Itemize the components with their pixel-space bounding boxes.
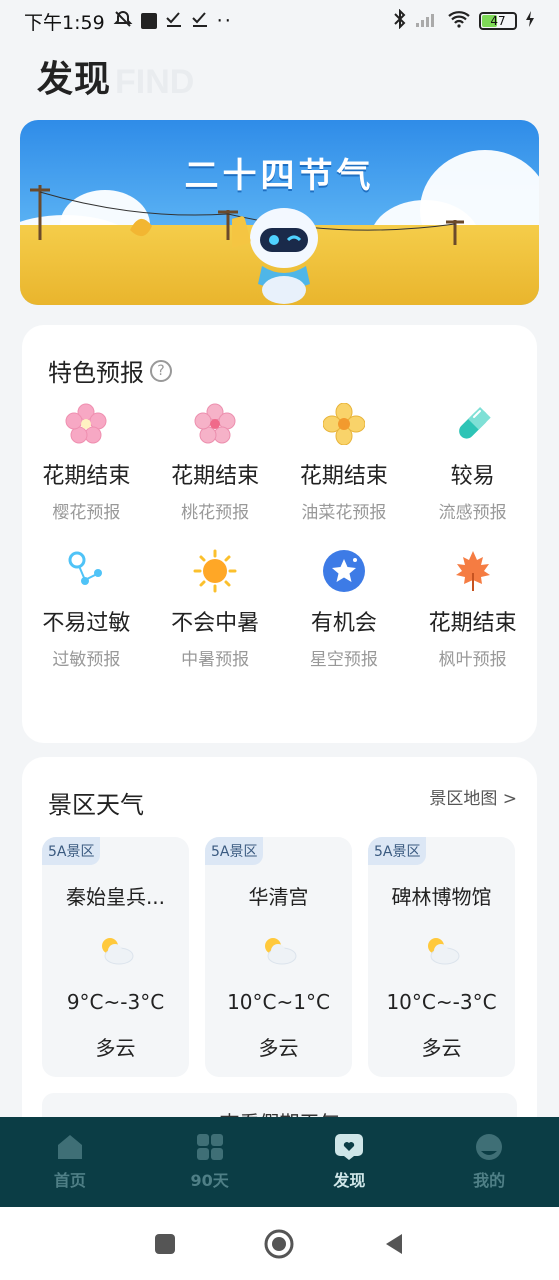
back-button-icon[interactable]	[382, 1232, 406, 1256]
recent-apps-icon[interactable]	[153, 1232, 177, 1256]
feature-name: 流感预报	[438, 503, 507, 523]
feature-name: 星空预报	[309, 650, 378, 670]
spot-condition: 多云	[258, 1036, 299, 1060]
feature-status: 不会中暑	[171, 611, 260, 636]
feature-grid: 花期结束 樱花预报 花期结束 桃花预报 花期结束 油菜花预报 较易 流感预报 不…	[22, 400, 537, 670]
more-dots-icon: ··	[216, 10, 233, 32]
page-title: 发现	[37, 59, 112, 100]
nav-label: 我的	[473, 1171, 506, 1190]
download-icon-2	[191, 10, 209, 33]
nav-item-discover[interactable]: 发现	[280, 1117, 420, 1207]
feature-item-flu[interactable]: 较易 流感预报	[408, 400, 537, 523]
feature-status: 花期结束	[171, 464, 260, 489]
feature-item-starry-sky[interactable]: 有机会 星空预报	[280, 547, 409, 670]
discover-icon	[335, 1134, 364, 1160]
grid-icon	[196, 1134, 223, 1160]
home-icon	[57, 1135, 82, 1159]
feature-item-maple[interactable]: 花期结束 枫叶预报	[408, 547, 537, 670]
partly-cloudy-icon	[423, 934, 461, 970]
mute-icon	[113, 9, 133, 34]
pollen-icon	[62, 547, 110, 595]
nav-item-90days[interactable]: 90天	[140, 1117, 280, 1207]
feature-status: 花期结束	[428, 611, 517, 636]
partly-cloudy-icon	[97, 934, 135, 970]
page-subtitle: FIND	[115, 63, 195, 101]
battery-level: 47	[490, 14, 506, 28]
spot-level-badge: 5A景区	[368, 837, 427, 865]
banner-title: 二十四节气	[184, 156, 375, 196]
spot-level-badge: 5A景区	[205, 837, 264, 865]
feature-status: 有机会	[310, 611, 377, 636]
scenic-spot-card[interactable]: 5A景区 秦始皇兵... 9°C~-3°C 多云	[42, 837, 189, 1077]
signal-icon	[415, 10, 439, 33]
feature-name: 过敏预报	[52, 650, 121, 670]
scenic-weather-card: 景区天气 景区地图 > 5A景区 秦始皇兵... 9°C~-3°C 多云 5A景…	[22, 757, 537, 1157]
feature-status: 花期结束	[42, 464, 131, 489]
scenic-map-link[interactable]: 景区地图 >	[429, 784, 517, 809]
spot-name: 秦始皇兵...	[65, 885, 166, 909]
feature-name: 枫叶预报	[438, 650, 507, 670]
scenic-spot-list: 5A景区 秦始皇兵... 9°C~-3°C 多云 5A景区 华清宫 10°C~1…	[42, 837, 515, 1077]
featured-forecast-card: 特色预报 ? 花期结束 樱花预报 花期结束 桃花预报 花期结束 油菜花预报 较易…	[22, 325, 537, 743]
help-icon[interactable]: ?	[150, 359, 172, 382]
feature-item-cherry[interactable]: 花期结束 樱花预报	[22, 400, 151, 523]
maple-leaf-icon	[449, 547, 497, 595]
nav-label: 发现	[333, 1171, 366, 1190]
solar-terms-banner[interactable]: 二十四节气	[20, 120, 539, 305]
charging-icon	[525, 10, 535, 33]
feature-item-heatstroke[interactable]: 不会中暑 中暑预报	[151, 547, 280, 670]
feature-name: 桃花预报	[181, 503, 250, 523]
pill-icon	[449, 400, 497, 448]
featured-forecast-title-text: 特色预报	[48, 359, 144, 387]
battery-icon: 47	[479, 12, 517, 30]
featured-forecast-title: 特色预报 ?	[48, 353, 172, 388]
profile-icon	[476, 1134, 503, 1160]
feature-name: 中暑预报	[181, 650, 250, 670]
page-header: 发现 FIND	[37, 52, 194, 102]
feature-status: 花期结束	[299, 464, 388, 489]
status-time: 下午1:59	[24, 11, 105, 34]
spot-name: 碑林博物馆	[391, 885, 492, 909]
wifi-icon	[447, 10, 471, 33]
download-icon	[165, 10, 183, 33]
feature-name: 油菜花预报	[301, 503, 387, 523]
system-navigation-bar	[0, 1207, 559, 1280]
nav-label: 90天	[190, 1171, 229, 1190]
star-icon	[320, 547, 368, 595]
spot-name: 华清宫	[248, 885, 309, 909]
scenic-weather-title: 景区天气	[48, 791, 144, 819]
robot-mascot-icon	[232, 208, 318, 304]
scenic-spot-card[interactable]: 5A景区 碑林博物馆 10°C~-3°C 多云	[368, 837, 515, 1077]
feature-item-rapeseed[interactable]: 花期结束 油菜花预报	[280, 400, 409, 523]
status-bar: 下午1:59 ·· 47	[0, 0, 559, 42]
feature-status: 不易过敏	[42, 611, 131, 636]
nav-item-home[interactable]: 首页	[0, 1117, 140, 1207]
bluetooth-icon	[393, 8, 407, 34]
spot-condition: 多云	[421, 1036, 462, 1060]
nav-item-profile[interactable]: 我的	[419, 1117, 559, 1207]
app-notification-icon	[140, 13, 157, 29]
home-button-icon[interactable]	[263, 1228, 295, 1260]
rapeseed-flower-icon	[320, 400, 368, 448]
peach-blossom-icon	[191, 400, 239, 448]
feature-item-allergy[interactable]: 不易过敏 过敏预报	[22, 547, 151, 670]
spot-temperature: 9°C~-3°C	[66, 990, 165, 1014]
cherry-blossom-icon	[62, 400, 110, 448]
spot-level-badge: 5A景区	[42, 837, 101, 865]
bottom-nav: 首页 90天 发现 我的	[0, 1117, 559, 1207]
spot-temperature: 10°C~-3°C	[386, 990, 497, 1014]
nav-label: 首页	[53, 1171, 86, 1190]
spot-temperature: 10°C~1°C	[227, 990, 330, 1014]
scenic-spot-card[interactable]: 5A景区 华清宫 10°C~1°C 多云	[205, 837, 352, 1077]
spot-condition: 多云	[95, 1036, 136, 1060]
feature-item-peach[interactable]: 花期结束 桃花预报	[151, 400, 280, 523]
feature-name: 樱花预报	[52, 503, 121, 523]
sun-icon	[191, 547, 239, 595]
feature-status: 较易	[450, 464, 495, 489]
partly-cloudy-icon	[260, 934, 298, 970]
